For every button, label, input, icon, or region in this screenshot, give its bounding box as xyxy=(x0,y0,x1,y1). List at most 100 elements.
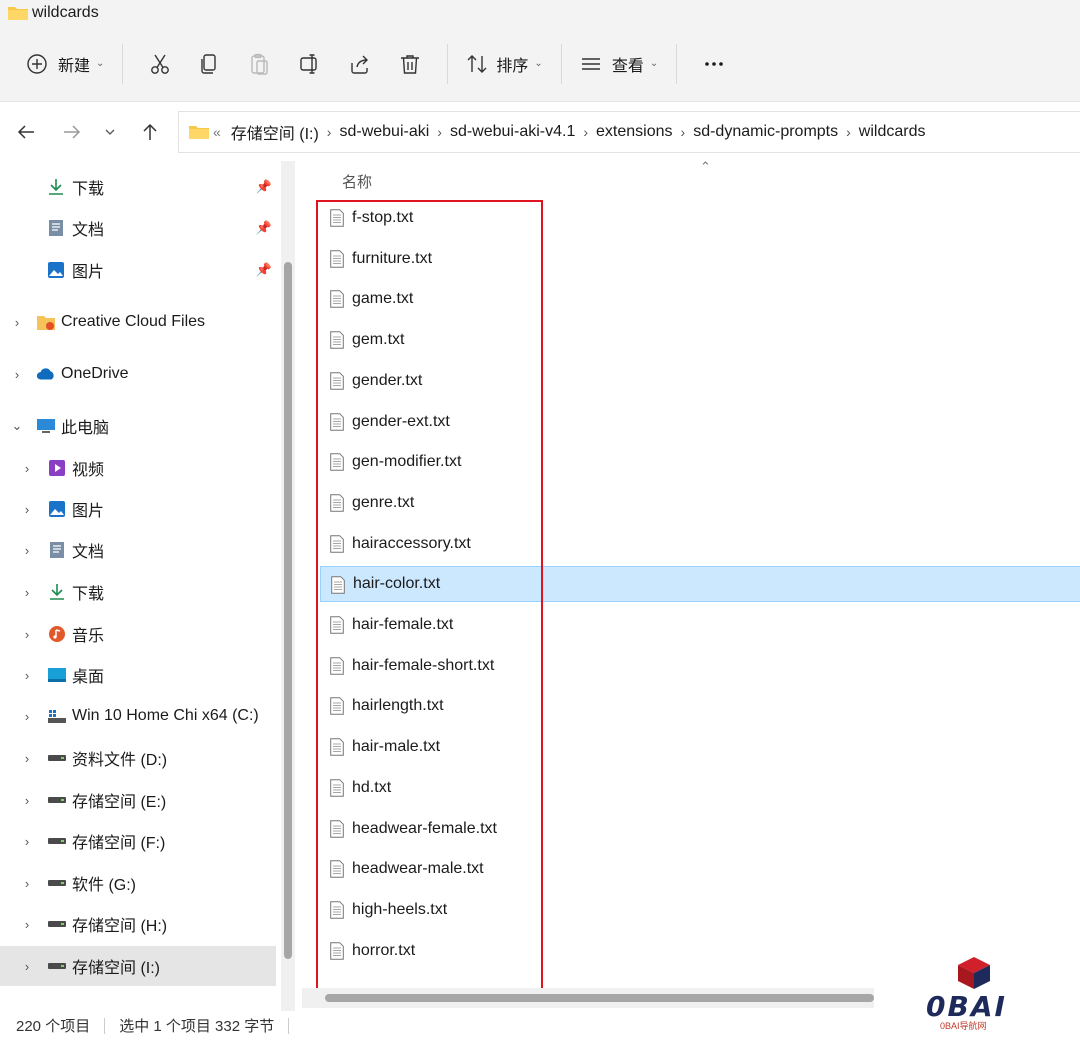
column-header-name[interactable]: 名称 xyxy=(342,171,372,192)
back-button[interactable] xyxy=(6,112,46,152)
sidebar-item-drive-e[interactable]: › 存储空间 (E:) xyxy=(0,780,276,820)
sidebar-item-drive-c[interactable]: › Win 10 Home Chi x64 (C:) xyxy=(0,696,276,736)
file-row[interactable]: gender.txt xyxy=(320,363,1080,399)
copy-button[interactable] xyxy=(188,44,232,84)
up-button[interactable] xyxy=(130,112,170,152)
paste-button[interactable] xyxy=(238,44,282,84)
chevron-right-icon[interactable]: › xyxy=(20,876,34,891)
sidebar-item-drive-i[interactable]: › 存储空间 (I:) xyxy=(0,946,276,986)
file-row[interactable]: game.txt xyxy=(320,281,1080,317)
sidebar-item-drive-h[interactable]: › 存储空间 (H:) xyxy=(0,904,276,944)
sidebar-item-this-pc[interactable]: ⌄ 此电脑 xyxy=(0,406,276,446)
sidebar-item-onedrive[interactable]: › OneDrive xyxy=(0,354,276,394)
file-row[interactable]: gem.txt xyxy=(320,322,1080,358)
sidebar-item-pictures-quick[interactable]: 图片 📌 xyxy=(0,250,276,290)
view-button[interactable]: 查看 ⌄ xyxy=(574,44,664,84)
sidebar-item-music[interactable]: › 音乐 xyxy=(0,614,276,654)
chevron-right-icon[interactable]: › xyxy=(20,585,34,600)
chevron-right-icon[interactable]: › xyxy=(20,709,34,724)
address-bar[interactable]: « 存储空间 (I:) › sd-webui-aki › sd-webui-ak… xyxy=(178,111,1080,153)
chevron-right-icon[interactable]: › xyxy=(20,461,34,476)
sidebar-item-desktop[interactable]: › 桌面 xyxy=(0,655,276,695)
chevron-right-icon[interactable]: › xyxy=(681,124,686,140)
forward-button[interactable] xyxy=(52,112,92,152)
file-row[interactable]: hair-color.txt xyxy=(320,566,1080,602)
file-row[interactable]: f-stop.txt xyxy=(320,200,1080,236)
onedrive-cloud-icon xyxy=(36,364,56,384)
sidebar-item-drive-f[interactable]: › 存储空间 (F:) xyxy=(0,821,276,861)
breadcrumb-sd-webui-aki-v4[interactable]: sd-webui-aki-v4.1 xyxy=(450,123,575,141)
chevron-right-icon[interactable]: › xyxy=(20,793,34,808)
text-file-icon xyxy=(330,616,344,634)
rename-button[interactable] xyxy=(288,44,332,84)
status-selection: 选中 1 个项目 332 字节 xyxy=(119,1018,275,1035)
sidebar-item-downloads[interactable]: › 下载 xyxy=(0,572,276,612)
pin-icon[interactable]: 📌 xyxy=(256,262,272,278)
pin-icon[interactable]: 📌 xyxy=(256,220,272,236)
pin-icon[interactable]: 📌 xyxy=(256,179,272,195)
sidebar-item-label: 桌面 xyxy=(72,669,105,686)
file-row[interactable]: high-heels.txt xyxy=(320,892,1080,928)
download-icon xyxy=(47,582,67,602)
new-button[interactable]: 新建 ⌄ xyxy=(20,44,110,84)
breadcrumb-sd-dynamic-prompts[interactable]: sd-dynamic-prompts xyxy=(693,123,838,141)
file-row[interactable]: headwear-female.txt xyxy=(320,811,1080,847)
chevron-right-icon[interactable]: › xyxy=(327,124,332,140)
file-name: genre.txt xyxy=(352,494,415,511)
file-row[interactable]: hair-female-short.txt xyxy=(320,648,1080,684)
sidebar-item-videos[interactable]: › 视频 xyxy=(0,448,276,488)
breadcrumb-overflow[interactable]: « xyxy=(213,124,221,140)
chevron-right-icon[interactable]: › xyxy=(20,917,34,932)
sidebar-item-documents[interactable]: › 文档 xyxy=(0,530,276,570)
breadcrumb-sd-webui-aki[interactable]: sd-webui-aki xyxy=(339,123,429,141)
chevron-right-icon[interactable]: › xyxy=(20,834,34,849)
sidebar-item-downloads-quick[interactable]: 下载 📌 xyxy=(0,167,276,207)
chevron-right-icon[interactable]: › xyxy=(20,668,34,683)
file-name: gender.txt xyxy=(352,372,423,389)
chevron-right-icon[interactable]: › xyxy=(20,959,34,974)
chevron-right-icon[interactable]: › xyxy=(437,124,442,140)
drive-icon xyxy=(47,956,67,976)
sidebar-item-pictures[interactable]: › 图片 xyxy=(0,489,276,529)
sidebar-item-drive-g[interactable]: › 软件 (G:) xyxy=(0,863,276,903)
chevron-right-icon[interactable]: › xyxy=(20,502,34,517)
file-row[interactable]: furniture.txt xyxy=(320,241,1080,277)
sidebar-item-documents-quick[interactable]: 文档 📌 xyxy=(0,208,276,248)
file-row[interactable]: genre.txt xyxy=(320,485,1080,521)
file-row[interactable]: hairlength.txt xyxy=(320,688,1080,724)
chevron-right-icon[interactable]: › xyxy=(20,543,34,558)
file-name: game.txt xyxy=(352,290,414,307)
toolbar-divider xyxy=(447,43,449,84)
file-row[interactable]: headwear-male.txt xyxy=(320,851,1080,887)
sidebar-item-drive-d[interactable]: › 资料文件 (D:) xyxy=(0,738,276,778)
share-button[interactable] xyxy=(338,44,382,84)
chevron-down-icon[interactable]: ⌄ xyxy=(10,418,24,434)
chevron-right-icon[interactable]: › xyxy=(846,124,851,140)
file-row[interactable]: gen-modifier.txt xyxy=(320,444,1080,480)
sort-button[interactable]: 排序 ⌄ xyxy=(460,44,548,84)
breadcrumb-drive[interactable]: 存储空间 (I:) xyxy=(231,120,319,144)
breadcrumb-wildcards[interactable]: wildcards xyxy=(859,123,926,141)
file-row[interactable]: gender-ext.txt xyxy=(320,404,1080,440)
chevron-right-icon[interactable]: › xyxy=(20,751,34,766)
chevron-right-icon[interactable]: › xyxy=(20,627,34,642)
toolbar-divider xyxy=(560,43,562,84)
recent-locations-button[interactable] xyxy=(90,112,130,152)
file-row[interactable]: hair-female.txt xyxy=(320,607,1080,643)
chevron-right-icon[interactable]: › xyxy=(10,367,24,382)
sidebar-item-creative-cloud[interactable]: › Creative Cloud Files xyxy=(0,302,276,342)
cut-button[interactable] xyxy=(138,44,182,84)
file-row[interactable]: hairaccessory.txt xyxy=(320,526,1080,562)
file-list-horizontal-scrollbar-thumb[interactable] xyxy=(325,994,874,1002)
delete-button[interactable] xyxy=(388,44,432,84)
file-name: headwear-female.txt xyxy=(352,820,497,837)
file-row[interactable]: hair-male.txt xyxy=(320,729,1080,765)
sidebar-item-label: 存储空间 (I:) xyxy=(72,960,160,977)
more-options-button[interactable] xyxy=(692,44,736,84)
chevron-right-icon[interactable]: › xyxy=(583,124,588,140)
pictures-icon xyxy=(47,499,67,519)
sidebar-scrollbar-thumb[interactable] xyxy=(284,262,292,959)
breadcrumb-extensions[interactable]: extensions xyxy=(596,123,673,141)
chevron-right-icon[interactable]: › xyxy=(10,315,24,330)
file-row[interactable]: hd.txt xyxy=(320,770,1080,806)
